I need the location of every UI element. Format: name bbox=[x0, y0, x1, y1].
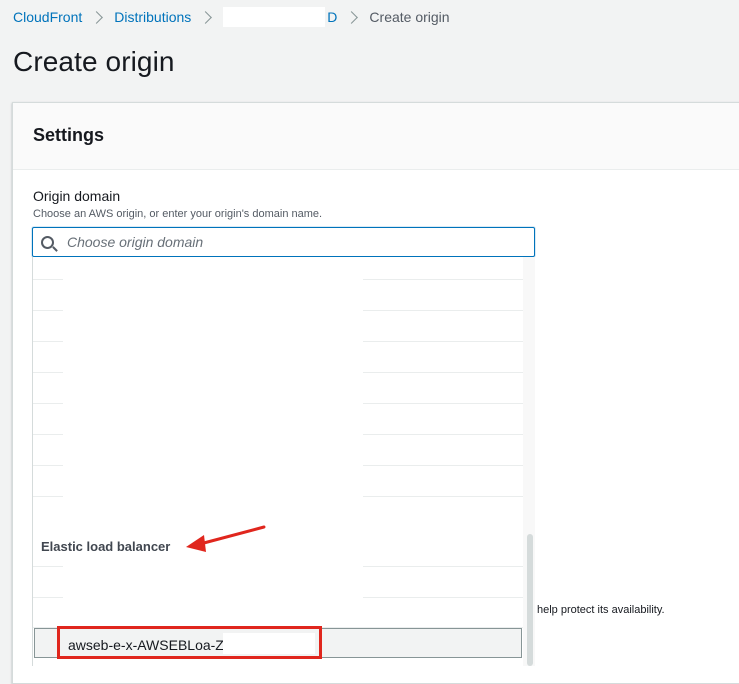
annotation-arrow-icon bbox=[186, 525, 266, 552]
panel-header: Settings bbox=[13, 103, 739, 170]
breadcrumb-current: Create origin bbox=[369, 9, 450, 25]
origin-domain-label: Origin domain bbox=[33, 188, 121, 204]
breadcrumb-cloudfront[interactable]: CloudFront bbox=[13, 9, 82, 25]
search-icon bbox=[41, 236, 54, 249]
redaction bbox=[223, 7, 326, 27]
elastic-load-balancer-group-label: Elastic load balancer bbox=[41, 539, 171, 554]
panel-title: Settings bbox=[33, 125, 105, 145]
redaction bbox=[63, 257, 363, 617]
breadcrumb-distributions[interactable]: Distributions bbox=[114, 9, 191, 25]
page-title: Create origin bbox=[13, 46, 175, 77]
breadcrumb-distribution-id[interactable]: D bbox=[327, 9, 337, 25]
help-text: help protect its availability. bbox=[537, 604, 665, 616]
annotation-highlight-box bbox=[57, 626, 322, 659]
origin-domain-dropdown[interactable]: Elastic load balancer awseb-e-x-AWSEBLoa… bbox=[32, 257, 535, 666]
origin-domain-input[interactable] bbox=[67, 233, 507, 251]
chevron-right-icon bbox=[90, 10, 104, 24]
dropdown-scrollbar-thumb[interactable] bbox=[527, 534, 533, 666]
chevron-right-icon bbox=[199, 10, 213, 24]
origin-domain-description: Choose an AWS origin, or enter your orig… bbox=[33, 208, 323, 220]
breadcrumb: CloudFront Distributions D Create origin bbox=[13, 7, 450, 27]
chevron-right-icon bbox=[345, 10, 359, 24]
origin-domain-search-box[interactable] bbox=[32, 227, 535, 257]
